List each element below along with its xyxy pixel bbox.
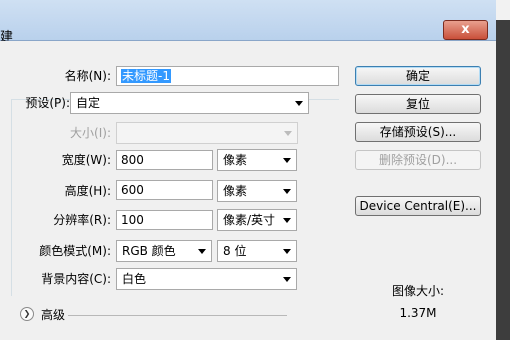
save-preset-button[interactable]: 存储预设(S)... (355, 122, 481, 142)
resolution-value: 100 (121, 213, 144, 227)
chevron-down-icon (283, 249, 291, 254)
color-mode-label: 颜色模式(M): (39, 244, 111, 258)
size-label: 大小(I): (70, 126, 111, 140)
reset-button[interactable]: 复位 (355, 94, 481, 114)
width-label: 宽度(W): (61, 153, 111, 167)
advanced-divider (68, 315, 287, 316)
expand-advanced-icon[interactable]: ❯ (20, 307, 34, 321)
device-central-button[interactable]: Device Central(E)... (355, 196, 481, 216)
background-select[interactable]: 白色 (116, 268, 297, 290)
name-input-value: 未标题-1 (121, 69, 171, 83)
advanced-label[interactable]: 高级 (41, 306, 65, 324)
chevron-down-icon (283, 218, 291, 223)
chevron-down-icon (198, 249, 206, 254)
resolution-label: 分辨率(R): (53, 213, 111, 227)
preset-label: 预设(P): (25, 96, 70, 110)
background-window-edge-top (496, 0, 510, 20)
bit-depth-select[interactable]: 8 位 (217, 240, 297, 262)
size-select[interactable] (116, 122, 298, 144)
ok-button[interactable]: 确定 (355, 66, 481, 86)
color-mode-select[interactable]: RGB 颜色 (116, 240, 212, 262)
height-input[interactable]: 600 (116, 180, 213, 200)
dialog-titlebar[interactable]: 建 x (0, 0, 496, 45)
name-label: 名称(N): (64, 69, 111, 83)
image-size-value: 1.37M (399, 306, 437, 320)
preset-value: 自定 (76, 96, 101, 110)
height-value: 600 (121, 183, 144, 197)
close-icon: x (461, 22, 470, 37)
width-unit: 像素 (223, 153, 248, 167)
resolution-unit: 像素/英寸 (223, 213, 276, 227)
chevron-down-icon (283, 277, 291, 282)
height-label: 高度(H): (64, 184, 111, 198)
chevron-down-icon (283, 158, 291, 163)
name-input[interactable]: 未标题-1 (116, 66, 339, 86)
preset-select[interactable]: 自定 (70, 92, 309, 114)
resolution-input[interactable]: 100 (116, 210, 213, 230)
close-button[interactable]: x (443, 20, 488, 40)
height-unit: 像素 (223, 184, 248, 198)
bit-depth-value: 8 位 (223, 244, 247, 258)
width-input[interactable]: 800 (116, 150, 213, 170)
chevron-down-icon (284, 131, 292, 136)
width-value: 800 (121, 153, 144, 167)
background-value: 白色 (122, 272, 147, 286)
image-size-label: 图像大小: (391, 284, 445, 298)
background-window-edge (496, 0, 510, 340)
width-unit-select[interactable]: 像素 (217, 149, 297, 171)
chevron-down-icon (283, 189, 291, 194)
background-label: 背景内容(C): (41, 272, 111, 286)
delete-preset-button[interactable]: 删除预设(D)... (355, 150, 481, 170)
height-unit-select[interactable]: 像素 (217, 180, 297, 202)
color-mode-value: RGB 颜色 (122, 244, 176, 258)
chevron-down-icon (295, 101, 303, 106)
resolution-unit-select[interactable]: 像素/英寸 (217, 209, 297, 231)
